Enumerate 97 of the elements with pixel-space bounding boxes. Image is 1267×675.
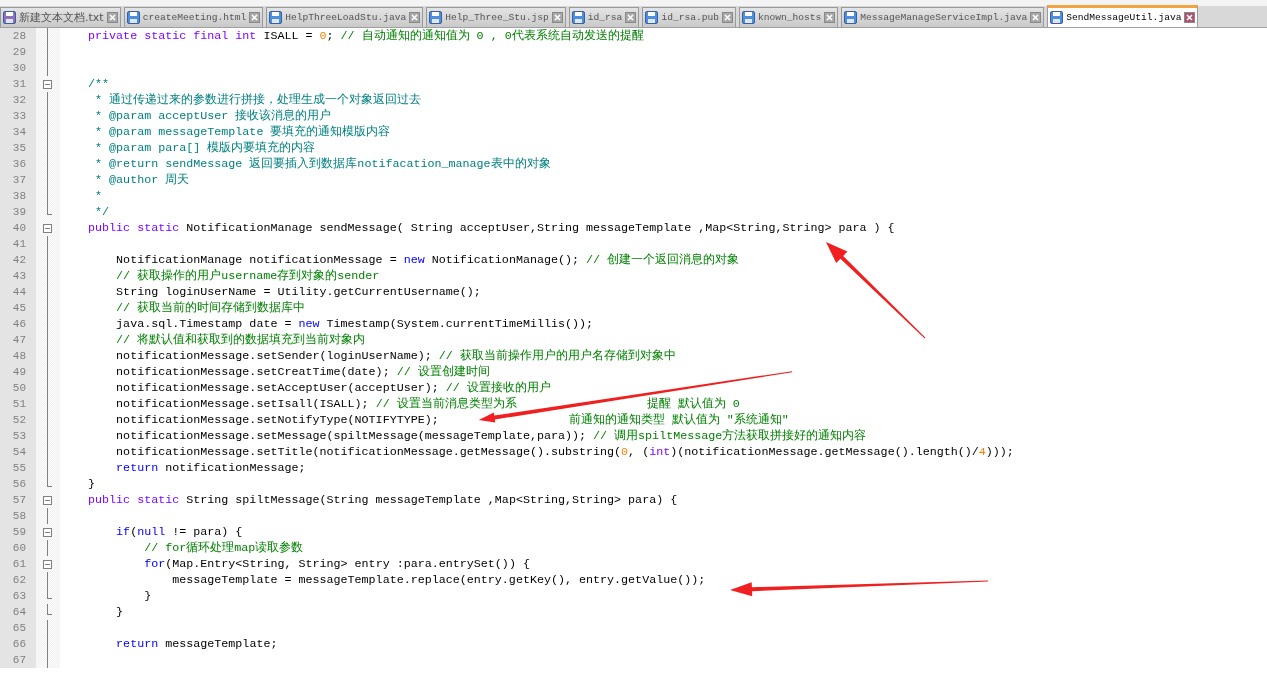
code-line: } [115,604,124,620]
line-number: 55 [0,460,36,476]
code-line: */ [94,204,110,220]
code-line: // 获取当前的时间存储到数据库中 [115,300,306,316]
line-number: 53 [0,428,36,444]
line-number: 34 [0,124,36,140]
file-tab[interactable]: Help_Three_Stu.jsp [426,7,566,27]
file-tab[interactable]: id_rsa [568,7,640,27]
line-number: 46 [0,316,36,332]
code-line: private static final int ISALL = 0; // 自动通知的通知值为 0 , 0代表系统自动发送的提醒 [87,28,644,44]
code-line: // 将默认值和获取到的数据填充到当前对象内 [115,332,366,348]
line-number: 58 [0,508,36,524]
close-icon[interactable] [1030,12,1042,23]
close-icon[interactable] [409,12,421,23]
collapse-icon[interactable] [43,223,52,233]
line-number: 47 [0,332,36,348]
line-number: 40 [0,220,36,236]
close-icon[interactable] [824,12,836,23]
code-line: * @return sendMessage 返回要插入到数据库notifacation_manage表中的对象 [94,156,551,172]
code-line: * @author 周天 [94,172,190,188]
collapse-icon[interactable] [43,527,52,537]
line-number: 33 [0,108,36,124]
line-number: 32 [0,92,36,108]
line-number: 41 [0,236,36,252]
code-line: notificationMessage.setTitle(notificationMessage.getMessage().substring(0, (int)(notificationMessage.getMessage().length()/4))); [115,444,1014,460]
close-icon[interactable] [249,12,261,23]
file-tab[interactable]: SendMessageUtil.java [1047,5,1199,27]
code-line: // for循环处理map读取参数 [143,540,304,556]
line-number: 63 [0,588,36,604]
line-number: 45 [0,300,36,316]
line-number: 39 [0,204,36,220]
line-number: 29 [0,44,36,60]
file-tab[interactable]: 新建文本文档.txt [0,7,121,27]
code-line: notificationMessage.setNotifyType(NOTIFYTYPE); 前通知的通知类型 默认值为 "系统通知" [115,412,789,428]
code-line: notificationMessage.setIsall(ISALL); // 设置当前消息类型为系 提醒 默认值为 0 [115,396,740,412]
collapse-icon[interactable] [43,495,52,505]
line-number: 64 [0,604,36,620]
line-number: 50 [0,380,36,396]
collapse-icon[interactable] [43,559,52,569]
code-line: * @param para[] 模版内要填充的内容 [94,140,316,156]
code-line: if(null != para) { [115,524,243,540]
line-number: 49 [0,364,36,380]
line-number: 56 [0,476,36,492]
line-number: 30 [0,60,36,76]
line-number: 66 [0,636,36,652]
code-line: public static String spiltMessage(String messageTemplate ,Map<String,String> para) { [87,492,678,508]
line-number: 48 [0,348,36,364]
code-line: for(Map.Entry<String, String> entry :para.entrySet()) { [143,556,530,572]
line-number: 36 [0,156,36,172]
line-number: 28 [0,28,36,44]
code-line: notificationMessage.setCreatTime(date); // 设置创建时间 [115,364,490,380]
line-number: 62 [0,572,36,588]
file-tab[interactable]: id_rsa.pub [642,7,736,27]
code-line: * 通过传递过来的参数进行拼接，处理生成一个对象返回过去 [94,92,422,108]
code-line: * @param messageTemplate 要填充的通知模版内容 [94,124,391,140]
code-line: notificationMessage.setAcceptUser(acceptUser); // 设置接收的用户 [115,380,551,396]
close-icon[interactable] [1184,12,1196,23]
line-number: 54 [0,444,36,460]
line-number: 61 [0,556,36,572]
line-number: 59 [0,524,36,540]
close-icon[interactable] [551,12,563,23]
code-line: * @param acceptUser 接收该消息的用户 [94,108,332,124]
code-line: notificationMessage.setMessage(spiltMessage(messageTemplate,para)); // 调用spiltMessage方法获取拼接好的通知内容 [115,428,867,444]
code-line: * [94,188,103,204]
line-number: 65 [0,620,36,636]
line-number: 42 [0,252,36,268]
close-icon[interactable] [625,12,637,23]
line-number: 35 [0,140,36,156]
file-tab[interactable]: MessageManageServiceImpl.java [841,7,1045,27]
file-tab[interactable]: HelpThreeLoadStu.java [266,7,424,27]
collapse-icon[interactable] [43,79,52,89]
line-number: 43 [0,268,36,284]
code-line: String loginUserName = Utility.getCurrentUsername(); [115,284,481,300]
code-line: return notificationMessage; [115,460,306,476]
close-icon[interactable] [106,12,118,23]
line-number: 37 [0,172,36,188]
line-number: 57 [0,492,36,508]
code-line: messageTemplate = messageTemplate.replace(entry.getKey(), entry.getValue()); [171,572,706,588]
code-line: // 获取操作的用户username存到对象的sender [115,268,380,284]
code-line: public static NotificationManage sendMessage( String acceptUser,String messageTemplate ,Map<String,String> para ) { [87,220,895,236]
line-number: 31 [0,76,36,92]
file-tab[interactable]: known_hosts [738,7,839,27]
file-tab[interactable]: createMeeting.html [123,7,264,27]
code-line: return messageTemplate; [115,636,278,652]
line-number: 38 [0,188,36,204]
code-line: NotificationManage notificationMessage = new NotificationManage(); // 创建一个返回消息的对象 [115,252,740,268]
code-line: notificationMessage.setSender(loginUserName); // 获取当前操作用户的用户名存储到对象中 [115,348,676,364]
line-number: 67 [0,652,36,668]
code-line: } [143,588,152,604]
code-line: } [87,476,96,492]
code-line: java.sql.Timestamp date = new Timestamp(System.currentTimeMillis()); [115,316,594,332]
code-line: /** [87,76,110,92]
line-number: 52 [0,412,36,428]
line-number: 60 [0,540,36,556]
line-number: 44 [0,284,36,300]
close-icon[interactable] [721,12,733,23]
line-number: 51 [0,396,36,412]
